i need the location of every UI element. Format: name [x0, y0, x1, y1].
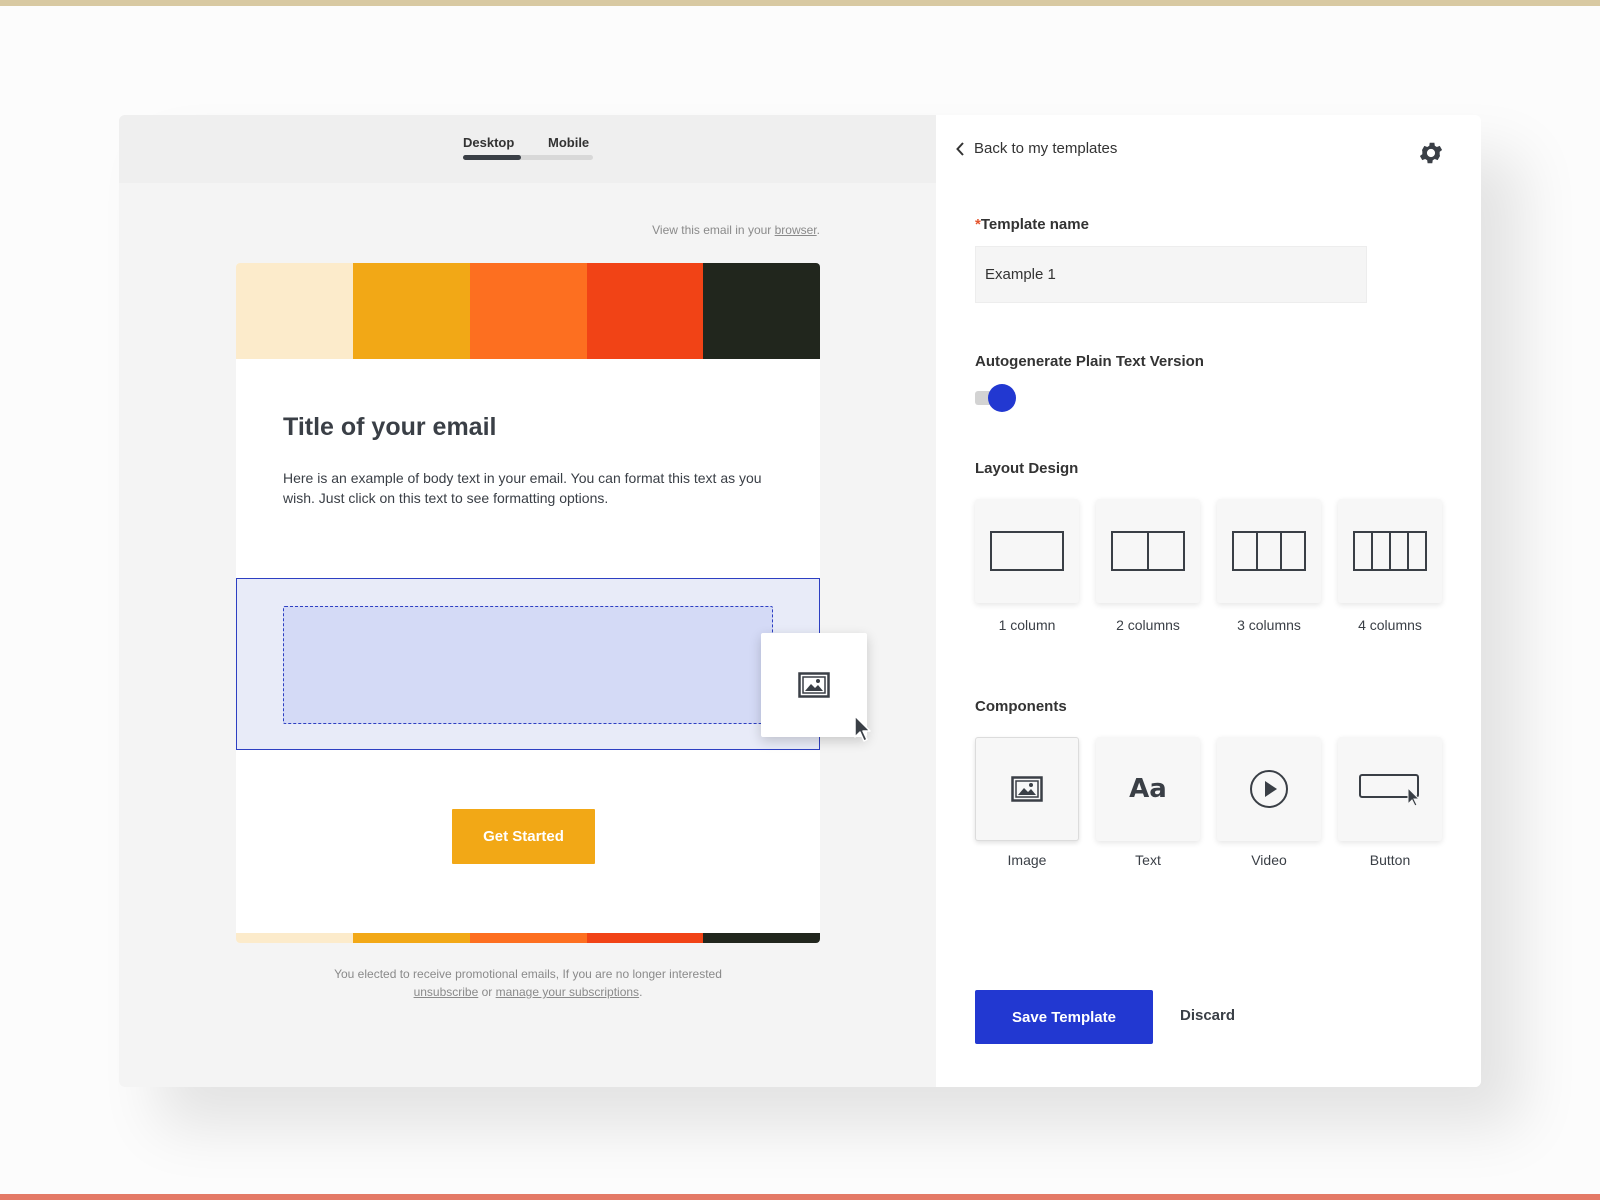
- template-name-label-text: Template name: [980, 216, 1089, 233]
- layout-caption: 2 columns: [1116, 617, 1180, 633]
- browser-link[interactable]: browser: [775, 223, 817, 237]
- header-color-block: [470, 263, 587, 359]
- header-color-block: [587, 263, 703, 359]
- layout-design-label: Layout Design: [975, 460, 1079, 477]
- view-in-browser-prefix: View this email in your: [652, 223, 775, 237]
- layout-4-columns[interactable]: [1338, 499, 1442, 603]
- email-body-text[interactable]: Here is an example of body text in your …: [283, 468, 783, 508]
- image-icon: [798, 672, 830, 698]
- one-column-icon: [990, 531, 1064, 571]
- layout-caption: 3 columns: [1237, 617, 1301, 633]
- layout-2-columns[interactable]: [1096, 499, 1200, 603]
- template-name-input[interactable]: [975, 246, 1367, 303]
- back-to-templates-link[interactable]: Back to my templates: [956, 140, 1117, 157]
- view-in-browser-text: View this email in your browser.: [652, 223, 820, 237]
- email-canvas: Title of your email Here is an example o…: [236, 263, 820, 943]
- component-caption: Button: [1369, 852, 1411, 868]
- drop-zone-row[interactable]: [236, 578, 820, 750]
- image-icon: [1011, 776, 1043, 802]
- email-footer-note: You elected to receive promotional email…: [236, 965, 820, 1001]
- drop-target-placeholder[interactable]: [283, 606, 773, 724]
- save-template-button[interactable]: Save Template: [975, 990, 1153, 1044]
- four-columns-icon: [1353, 531, 1427, 571]
- mouse-cursor-icon: [854, 715, 871, 742]
- toggle-knob: [988, 384, 1016, 412]
- layout-3-columns[interactable]: [1217, 499, 1321, 603]
- footer-color-block: [353, 933, 470, 943]
- device-toggle-bar: Desktop Mobile: [119, 115, 936, 183]
- footer-end-text: .: [639, 985, 643, 999]
- email-title[interactable]: Title of your email: [283, 413, 496, 442]
- footer-line-2: unsubscribe or manage your subscriptions…: [236, 983, 820, 1001]
- component-caption: Video: [1251, 852, 1287, 868]
- get-started-button[interactable]: Get Started: [452, 809, 595, 864]
- view-in-browser-suffix: .: [816, 223, 820, 237]
- layout-caption: 4 columns: [1358, 617, 1422, 633]
- back-label: Back to my templates: [974, 140, 1118, 157]
- manage-subscriptions-link[interactable]: manage your subscriptions: [496, 985, 639, 999]
- layout-caption: 1 column: [998, 617, 1056, 633]
- header-color-block: [236, 263, 353, 359]
- autogenerate-label: Autogenerate Plain Text Version: [975, 353, 1204, 370]
- three-columns-icon: [1232, 531, 1306, 571]
- footer-color-block: [703, 933, 820, 943]
- component-text[interactable]: Aa: [1096, 737, 1200, 841]
- layout-1-column[interactable]: [975, 499, 1079, 603]
- footer-color-block: [587, 933, 703, 943]
- footer-or-text: or: [478, 985, 496, 999]
- template-name-label: *Template name: [975, 216, 1089, 233]
- discard-button[interactable]: Discard: [1180, 1007, 1235, 1024]
- text-icon: Aa: [1129, 774, 1167, 804]
- footer-color-block: [236, 933, 353, 943]
- component-button[interactable]: [1338, 737, 1442, 841]
- footer-color-block: [470, 933, 587, 943]
- component-caption: Text: [1135, 852, 1161, 868]
- tab-indicator-track: [463, 155, 593, 160]
- play-icon: [1250, 770, 1288, 808]
- components-label: Components: [975, 698, 1067, 715]
- button-icon: [1359, 774, 1421, 807]
- two-columns-icon: [1111, 531, 1185, 571]
- top-accent-strip: [0, 0, 1600, 6]
- gear-icon[interactable]: [1417, 139, 1445, 167]
- header-color-block: [353, 263, 470, 359]
- tab-indicator-active: [463, 155, 521, 160]
- tab-mobile[interactable]: Mobile: [548, 135, 589, 150]
- component-image[interactable]: [975, 737, 1079, 841]
- component-video[interactable]: [1217, 737, 1321, 841]
- unsubscribe-link[interactable]: unsubscribe: [414, 985, 479, 999]
- chevron-left-icon: [956, 141, 964, 156]
- component-caption: Image: [1007, 852, 1047, 868]
- header-color-block: [703, 263, 820, 359]
- autogenerate-toggle[interactable]: [975, 383, 1017, 413]
- footer-line-1: You elected to receive promotional email…: [334, 967, 722, 981]
- dragged-image-component[interactable]: [761, 633, 867, 737]
- tab-desktop[interactable]: Desktop: [463, 135, 514, 150]
- bottom-accent-strip: [0, 1194, 1600, 1200]
- template-settings-panel: Back to my templates *Template name Auto…: [936, 115, 1481, 1087]
- email-preview-pane: Desktop Mobile View this email in your b…: [119, 115, 936, 1087]
- template-editor: Desktop Mobile View this email in your b…: [119, 115, 1481, 1087]
